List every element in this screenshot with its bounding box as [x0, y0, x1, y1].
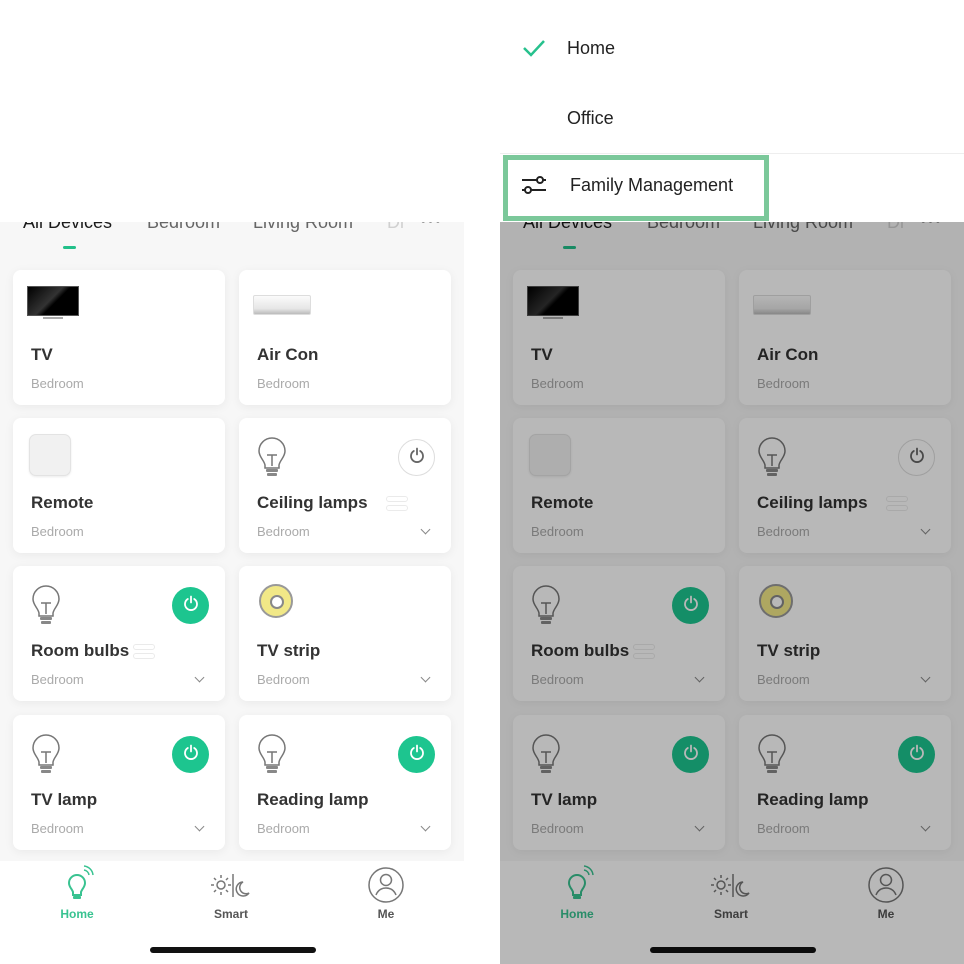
family-management-button[interactable]: Family Management [520, 174, 733, 196]
nav-home[interactable]: Home [37, 865, 117, 921]
expand-chevron-icon[interactable] [194, 821, 205, 832]
device-card[interactable]: Remote Bedroom [13, 418, 225, 553]
expand-chevron-icon[interactable] [420, 821, 431, 832]
remote-icon [27, 434, 71, 476]
power-toggle-button[interactable] [172, 736, 209, 773]
sun-moon-icon [191, 865, 271, 905]
air-conditioner-icon [253, 286, 311, 315]
device-name: TV lamp [31, 790, 98, 809]
active-tab-indicator [63, 246, 76, 249]
power-icon [183, 595, 199, 616]
device-card[interactable]: TV lamp Bedroom [13, 715, 225, 850]
light-bulb-icon [27, 731, 65, 782]
device-card[interactable]: Room bulbs Bedroom [13, 566, 225, 701]
device-room: Bedroom [31, 376, 84, 391]
device-name: Ceiling lamps [257, 493, 368, 512]
led-strip-icon [253, 582, 293, 618]
device-name: Room bulbs [31, 641, 130, 660]
light-bulb-icon [253, 434, 291, 485]
expand-chevron-icon[interactable] [194, 672, 205, 683]
device-room: Bedroom [257, 821, 310, 836]
device-name: Air Con [257, 345, 319, 364]
sliders-icon [522, 176, 546, 194]
power-icon [183, 744, 199, 765]
nav-label: Smart [213, 907, 248, 921]
nav-label: Me [377, 907, 395, 921]
light-bulb-icon [253, 731, 291, 782]
power-icon [409, 744, 425, 765]
dropdown-divider [500, 153, 964, 154]
checkmark-icon [523, 40, 545, 57]
device-name: Remote [31, 493, 94, 512]
device-room: Bedroom [31, 821, 84, 836]
device-room: Bedroom [31, 672, 84, 687]
light-bulb-icon [27, 582, 65, 633]
device-card[interactable]: TV strip Bedroom [239, 566, 451, 701]
device-room: Bedroom [257, 376, 310, 391]
power-toggle-button[interactable] [398, 736, 435, 773]
device-name: TV [31, 345, 53, 364]
device-room: Bedroom [257, 524, 310, 539]
home-indicator-bar [150, 947, 316, 953]
power-toggle-button[interactable] [172, 587, 209, 624]
home-switcher-dropdown: Home Office Family Management [0, 0, 964, 222]
nav-label: Home [60, 907, 94, 921]
dropdown-item-home[interactable]: Home [567, 38, 615, 59]
expand-chevron-icon[interactable] [420, 524, 431, 535]
family-management-label: Family Management [570, 174, 734, 195]
power-icon [409, 447, 425, 468]
tv-icon [27, 286, 79, 320]
device-card[interactable]: Ceiling lamps Bedroom [239, 418, 451, 553]
dropdown-item-office[interactable]: Office [567, 108, 614, 129]
group-icon [133, 644, 155, 662]
group-icon [386, 496, 408, 514]
device-name: TV strip [257, 641, 321, 660]
nav-me[interactable]: Me [346, 865, 426, 921]
device-name: Reading lamp [257, 790, 369, 809]
device-card[interactable]: Air Con Bedroom [239, 270, 451, 405]
panel-gap [464, 222, 500, 964]
expand-chevron-icon[interactable] [420, 672, 431, 683]
power-toggle-button[interactable] [398, 439, 435, 476]
bulb-wifi-icon [37, 865, 117, 905]
nav-smart[interactable]: Smart [191, 865, 271, 921]
device-room: Bedroom [31, 524, 84, 539]
device-card[interactable]: TV Bedroom [13, 270, 225, 405]
device-room: Bedroom [257, 672, 310, 687]
user-profile-icon [346, 865, 426, 905]
device-card[interactable]: Reading lamp Bedroom [239, 715, 451, 850]
